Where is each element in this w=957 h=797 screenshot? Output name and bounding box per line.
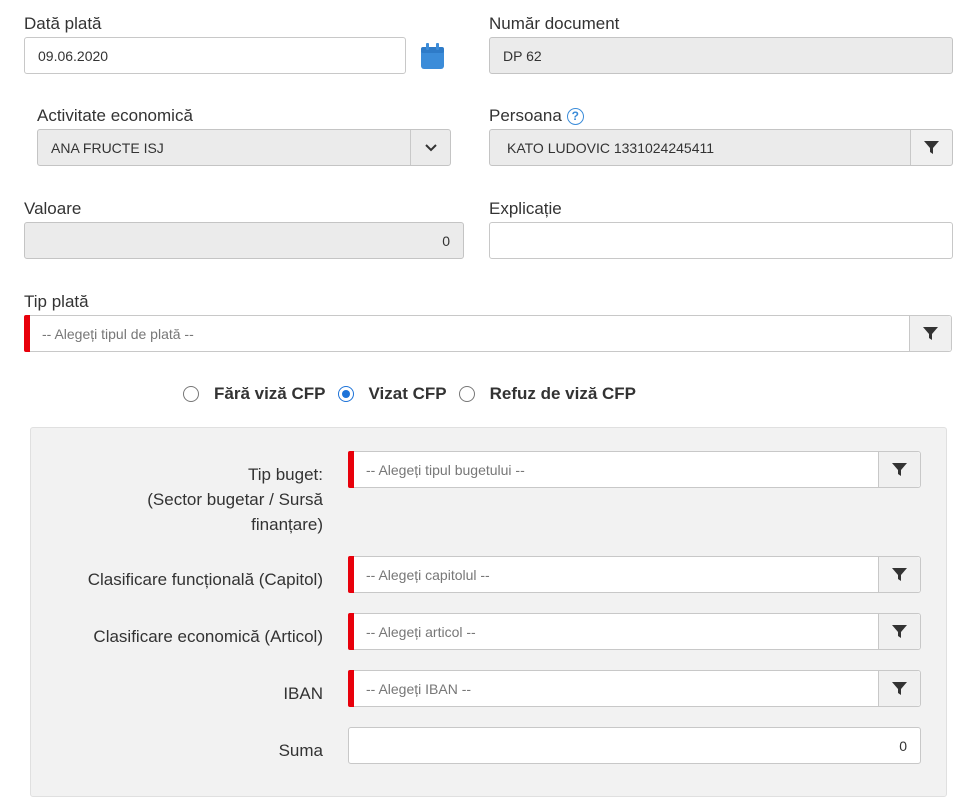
help-icon[interactable]: ? (566, 108, 584, 125)
filter-icon (892, 625, 907, 638)
data-plata-label: Dată plată (24, 14, 102, 33)
suma-label: Suma (278, 741, 323, 760)
tip-buget-select[interactable]: -- Alegeți tipul bugetului -- (348, 451, 921, 488)
valoare-label: Valoare (24, 199, 82, 218)
tip-plata-filter-button[interactable] (909, 316, 951, 351)
activitate-dropdown-button[interactable] (410, 130, 450, 165)
radio-refuz-viza-label[interactable]: Refuz de viză CFP (490, 384, 636, 404)
clasificare-economica-select[interactable]: -- Alegeți articol -- (348, 613, 921, 650)
clasificare-functionala-filter-button[interactable] (878, 557, 920, 592)
radio-fara-viza[interactable] (183, 386, 199, 402)
tip-plata-select[interactable]: -- Alegeți tipul de plată -- (24, 315, 952, 352)
calendar-icon[interactable] (421, 43, 444, 69)
explicatie-input[interactable] (489, 222, 953, 259)
persoana-label-text: Persoana (489, 106, 562, 125)
tip-plata-placeholder: -- Alegeți tipul de plată -- (42, 325, 194, 342)
tip-buget-placeholder: -- Alegeți tipul bugetului -- (366, 461, 525, 478)
persoana-label: Persoana? (489, 106, 584, 126)
viza-radio-group: Fără viză CFP Vizat CFP Refuz de viză CF… (183, 384, 648, 404)
numar-document-field: DP 62 (489, 37, 953, 74)
activitate-label: Activitate economică (37, 106, 193, 125)
radio-refuz-viza[interactable] (458, 386, 475, 402)
valoare-value: 0 (442, 232, 450, 249)
tip-buget-label-1: Tip buget: (248, 465, 323, 484)
clasificare-functionala-placeholder: -- Alegeți capitolul -- (366, 566, 490, 583)
iban-filter-button[interactable] (878, 671, 920, 706)
data-plata-input[interactable]: 09.06.2020 (24, 37, 406, 74)
radio-vizat[interactable] (337, 386, 354, 402)
radio-fara-viza-label[interactable]: Fără viză CFP (214, 384, 326, 404)
activitate-value: ANA FRUCTE ISJ (51, 139, 164, 156)
tip-buget-filter-button[interactable] (878, 452, 920, 487)
clasificare-functionala-label: Clasificare funcțională (Capitol) (87, 570, 323, 589)
explicatie-label: Explicație (489, 199, 562, 218)
radio-vizat-label[interactable]: Vizat CFP (369, 384, 447, 404)
iban-label: IBAN (283, 684, 323, 703)
tip-plata-label: Tip plată (24, 292, 89, 311)
filter-icon (892, 568, 907, 581)
valoare-field: 0 (24, 222, 464, 259)
filter-icon (892, 463, 907, 476)
persoana-field[interactable]: KATO LUDOVIC 1331024245411 (489, 129, 953, 166)
filter-icon (892, 682, 907, 695)
numar-document-value: DP 62 (503, 47, 542, 64)
filter-icon (923, 327, 938, 340)
suma-input[interactable]: 0 (348, 727, 921, 764)
tip-buget-label-2: (Sector bugetar / Sursă (147, 490, 323, 509)
activitate-select[interactable]: ANA FRUCTE ISJ (37, 129, 451, 166)
iban-select[interactable]: -- Alegeți IBAN -- (348, 670, 921, 707)
persoana-filter-button[interactable] (910, 130, 952, 165)
tip-buget-label-3: finanțare) (251, 515, 323, 534)
clasificare-economica-label: Clasificare economică (Articol) (93, 627, 323, 646)
clasificare-economica-placeholder: -- Alegeți articol -- (366, 623, 476, 640)
numar-document-label: Număr document (489, 14, 620, 33)
chevron-down-icon (424, 143, 437, 151)
data-plata-value: 09.06.2020 (38, 47, 109, 64)
suma-value: 0 (899, 737, 907, 754)
filter-icon (924, 141, 939, 154)
persoana-value: KATO LUDOVIC 1331024245411 (507, 139, 715, 156)
clasificare-economica-filter-button[interactable] (878, 614, 920, 649)
iban-placeholder: -- Alegeți IBAN -- (366, 680, 472, 697)
clasificare-functionala-select[interactable]: -- Alegeți capitolul -- (348, 556, 921, 593)
